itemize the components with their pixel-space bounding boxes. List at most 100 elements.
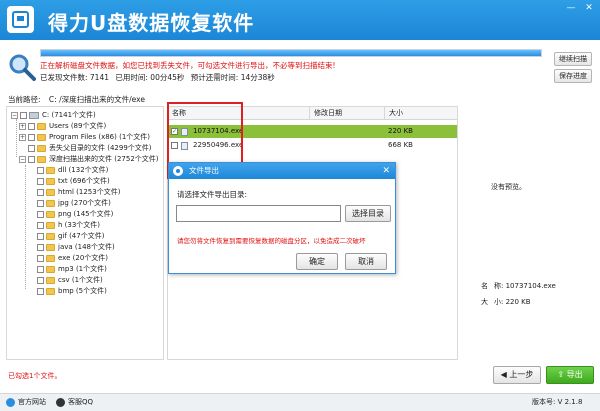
tree-item-label: 深度扫描出来的文件 (2752个文件): [49, 155, 159, 163]
folder-icon: [37, 156, 46, 163]
tree-item-child[interactable]: mp3 (1个文件): [37, 264, 107, 275]
close-icon[interactable]: ✕: [382, 163, 390, 179]
tree-item-child[interactable]: jpg (270个文件): [37, 198, 111, 209]
tree-item-child[interactable]: png (145个文件): [37, 209, 113, 220]
folder-icon: [46, 288, 55, 295]
expand-icon[interactable]: +: [19, 123, 26, 130]
dialog-title: 文件导出: [189, 166, 219, 175]
tree-item-label: Users (89个文件): [49, 122, 107, 130]
qq-support-link[interactable]: 客服QQ: [56, 394, 93, 411]
tree-checkbox[interactable]: [37, 178, 44, 185]
folder-icon: [37, 134, 46, 141]
export-path-input[interactable]: [176, 205, 341, 222]
preview-name-label: 名: [481, 282, 488, 290]
column-header-size[interactable]: 大小: [385, 107, 457, 120]
export-dialog-titlebar: 文件导出 ✕: [169, 163, 395, 179]
tree-checkbox[interactable]: [37, 189, 44, 196]
tree-item-deep-scan[interactable]: − 深度扫描出来的文件 (2752个文件): [19, 154, 159, 165]
remaining-time: 预计还需时间: 14分38秒: [190, 73, 275, 82]
column-header-date[interactable]: 修改日期: [310, 107, 385, 120]
tree-item-child[interactable]: csv (1个文件): [37, 275, 103, 286]
folder-tree: − C: (7141个文件) + Users (89个文件) + Program…: [6, 106, 164, 360]
tree-checkbox[interactable]: [37, 167, 44, 174]
expand-icon[interactable]: +: [19, 134, 26, 141]
scan-progress-fill: [41, 50, 541, 56]
dialog-warning-text: 请您勿将文件恢复到需要恢复数据的磁盘分区，以免造成二次破坏: [177, 237, 366, 245]
tree-checkbox[interactable]: [20, 112, 27, 119]
previous-step-button[interactable]: ◀ 上一步: [493, 366, 541, 384]
tree-checkbox[interactable]: [37, 200, 44, 207]
tree-item-label: png (145个文件): [58, 210, 114, 218]
dialog-app-icon: [173, 166, 183, 176]
tree-item-label: csv (1个文件): [58, 276, 103, 284]
preview-name-value: 称: 10737104.exe: [494, 282, 556, 290]
tree-item-program-files[interactable]: + Program Files (x86) (1个文件): [19, 132, 150, 143]
tree-item-lost-parent[interactable]: 丢失父目录的文件 (4299个文件): [28, 143, 152, 154]
tree-item-child[interactable]: gif (47个文件): [37, 231, 104, 242]
tree-item-label: jpg (270个文件): [58, 199, 111, 207]
tree-checkbox[interactable]: [37, 244, 44, 251]
tree-checkbox[interactable]: [28, 145, 35, 152]
app-title: 得力U盘数据恢复软件: [48, 11, 255, 35]
tree-item-child[interactable]: exe (20个文件): [37, 253, 108, 264]
tree-item-label: C: (7141个文件): [42, 111, 96, 119]
export-button[interactable]: ⇪ 导出: [546, 366, 594, 384]
qq-icon: [56, 397, 65, 407]
minimize-icon[interactable]: —: [565, 2, 577, 14]
preview-size-label: 大: [481, 298, 488, 306]
tree-item-label: 丢失父目录的文件 (4299个文件): [49, 144, 152, 152]
tree-checkbox[interactable]: [37, 266, 44, 273]
cancel-button[interactable]: 取消: [345, 253, 387, 270]
scan-stats: 已发现文件数: 7141 已用时间: 00分45秒 预计还需时间: 14分38秒: [40, 72, 279, 83]
status-bar: 官方网站 客服QQ 版本号: V 2.1.8: [0, 393, 600, 411]
tree-item-child[interactable]: dll (132个文件): [37, 165, 108, 176]
tree-item-child[interactable]: h (33个文件): [37, 220, 100, 231]
continue-scan-button[interactable]: 继续扫描: [554, 52, 592, 66]
tree-checkbox[interactable]: [37, 288, 44, 295]
tree-item-child[interactable]: txt (696个文件): [37, 176, 110, 187]
tree-item-label: html (1253个文件): [58, 188, 121, 196]
folder-icon: [37, 145, 46, 152]
collapse-icon[interactable]: −: [11, 112, 18, 119]
current-path-value: C: /深度扫描出来的文件/exe: [48, 95, 145, 104]
tree-checkbox[interactable]: [28, 156, 35, 163]
app-logo-icon: [7, 6, 34, 33]
tree-checkbox[interactable]: [37, 222, 44, 229]
save-progress-button[interactable]: 保存进度: [554, 69, 592, 83]
export-icon: ⇪: [557, 370, 565, 379]
tree-item-label: txt (696个文件): [58, 177, 110, 185]
preview-size: 大小: 220 KB: [481, 297, 537, 307]
folder-icon: [46, 233, 55, 240]
tree-item-root[interactable]: − C: (7141个文件): [11, 110, 96, 121]
close-icon[interactable]: ✕: [583, 2, 595, 14]
ok-button[interactable]: 确定: [296, 253, 338, 270]
tree-item-child[interactable]: bmp (5个文件): [37, 286, 107, 297]
version-text: 版本号: V 2.1.8: [532, 398, 583, 406]
folder-icon: [37, 123, 46, 130]
tree-item-label: bmp (5个文件): [58, 287, 107, 295]
tree-checkbox[interactable]: [28, 134, 35, 141]
website-label: 官方网站: [18, 398, 46, 406]
folder-icon: [46, 211, 55, 218]
tree-checkbox[interactable]: [37, 255, 44, 262]
tree-checkbox[interactable]: [37, 211, 44, 218]
preview-name: 名称: 10737104.exe: [481, 281, 562, 291]
tree-item-child[interactable]: java (148个文件): [37, 242, 115, 253]
tree-item-label: dll (132个文件): [58, 166, 109, 174]
tree-checkbox[interactable]: [28, 123, 35, 130]
website-link[interactable]: 官方网站: [6, 394, 46, 411]
folder-icon: [46, 266, 55, 273]
folder-icon: [46, 178, 55, 185]
folder-icon: [46, 167, 55, 174]
collapse-icon[interactable]: −: [19, 156, 26, 163]
preview-size-value: 小: 220 KB: [494, 298, 531, 306]
no-preview-text: 没有预览。: [491, 183, 526, 191]
folder-icon: [46, 277, 55, 284]
elapsed-time: 已用时间: 00分45秒: [115, 73, 185, 82]
tree-checkbox[interactable]: [37, 277, 44, 284]
tree-item-child[interactable]: html (1253个文件): [37, 187, 120, 198]
preview-panel: 没有预览。 名称: 10737104.exe 大小: 220 KB: [461, 106, 594, 360]
tree-item-users[interactable]: + Users (89个文件): [19, 121, 106, 132]
tree-checkbox[interactable]: [37, 233, 44, 240]
choose-directory-button[interactable]: 选择目录: [345, 205, 391, 222]
